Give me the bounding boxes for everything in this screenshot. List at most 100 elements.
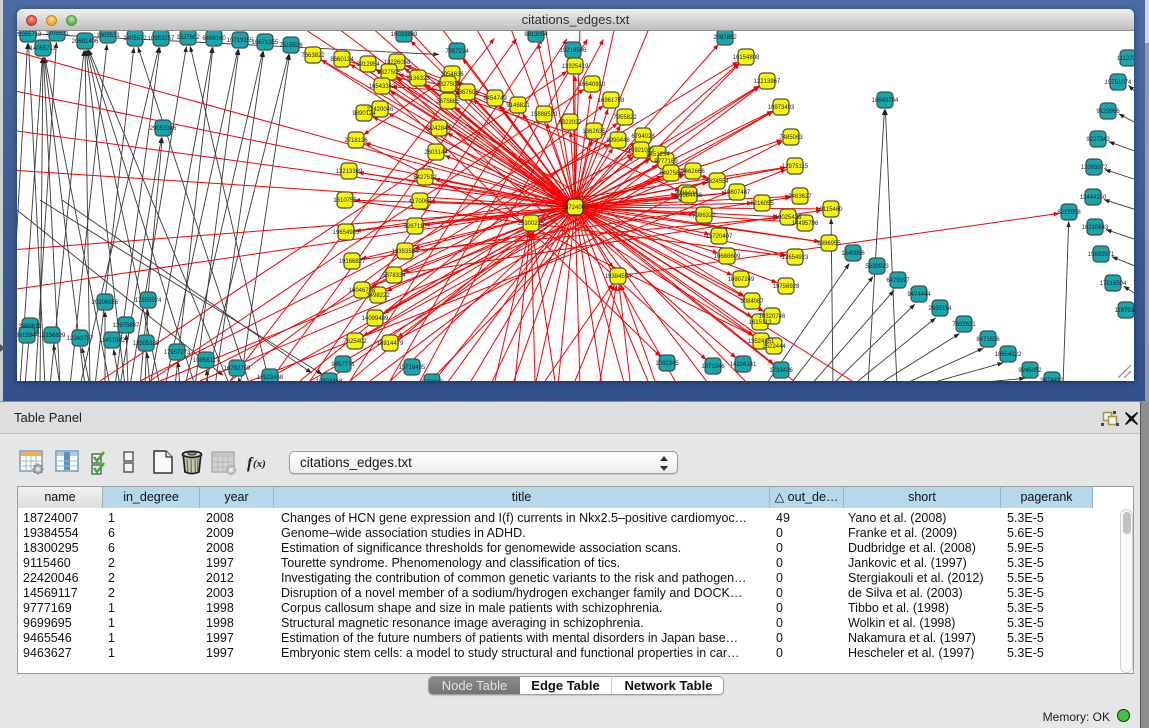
svg-text:12213967: 12213967 (754, 79, 781, 85)
svg-text:9777169: 9777169 (654, 159, 678, 165)
svg-text:7632621: 7632621 (952, 322, 976, 328)
svg-text:8660124: 8660124 (330, 57, 354, 63)
svg-text:12213369: 12213369 (336, 169, 363, 175)
svg-text:12975115: 12975115 (782, 164, 809, 170)
svg-text:9474444: 9474444 (907, 292, 931, 298)
svg-text:15716485: 15716485 (399, 365, 426, 371)
svg-text:9084067: 9084067 (740, 299, 764, 305)
svg-text:6466160: 6466160 (202, 36, 226, 42)
svg-text:8215958: 8215958 (1057, 210, 1081, 216)
svg-text:10320746: 10320746 (759, 314, 786, 320)
svg-text:5938923: 5938923 (865, 264, 889, 270)
svg-text:14495796: 14495796 (792, 221, 819, 227)
svg-text:8912954: 8912954 (356, 62, 380, 68)
svg-text:19166827: 19166827 (339, 259, 366, 265)
svg-text:16543362: 16543362 (369, 84, 396, 90)
svg-text:16033809: 16033809 (391, 32, 418, 38)
svg-text:11923468: 11923468 (257, 375, 284, 381)
svg-text:20691406: 20691406 (72, 39, 99, 45)
svg-text:10853257: 10853257 (148, 36, 175, 42)
svg-text:1605531: 1605531 (96, 33, 120, 39)
svg-text:16640910: 16640910 (579, 82, 606, 88)
svg-text:12505135: 12505135 (133, 341, 160, 347)
svg-text:2087682: 2087682 (713, 35, 737, 41)
svg-text:7957224: 7957224 (445, 49, 469, 55)
svg-text:3675685: 3675685 (436, 99, 460, 105)
svg-text:15720407: 15720407 (706, 234, 733, 240)
svg-text:13975887: 13975887 (113, 323, 140, 329)
svg-text:12093872: 12093872 (1081, 165, 1108, 171)
svg-text:8427512: 8427512 (413, 175, 437, 181)
svg-text:13226058: 13226058 (384, 60, 411, 66)
svg-text:2718126: 2718126 (344, 138, 368, 144)
svg-text:19654985: 19654985 (333, 230, 360, 236)
svg-text:3915944: 3915944 (17, 333, 39, 339)
svg-text:9129966: 9129966 (1096, 109, 1120, 115)
svg-text:4170064: 4170064 (408, 199, 432, 205)
svg-text:18807249: 18807249 (728, 277, 755, 283)
svg-text:1615112: 1615112 (749, 320, 773, 326)
svg-text:9242848: 9242848 (427, 126, 451, 132)
svg-text:9227343: 9227343 (1086, 137, 1110, 143)
svg-text:6794028: 6794028 (631, 134, 655, 140)
svg-text:9457771: 9457771 (331, 362, 355, 368)
svg-text:8990448: 8990448 (606, 138, 630, 144)
svg-text:8322037: 8322037 (558, 120, 582, 126)
svg-text:3350611: 3350611 (19, 324, 43, 330)
svg-text:8136323: 8136323 (406, 76, 430, 82)
svg-text:9474412: 9474412 (1040, 378, 1064, 381)
svg-text:15888520: 15888520 (531, 112, 558, 118)
svg-text:16154808: 16154808 (733, 55, 760, 61)
svg-text:17957273: 17957273 (164, 350, 191, 356)
svg-text:10719155: 10719155 (227, 38, 254, 44)
svg-text:6497568: 6497568 (659, 171, 683, 177)
svg-text:7485063: 7485063 (779, 135, 803, 141)
svg-text:20206556: 20206556 (92, 300, 119, 306)
svg-text:14136141: 14136141 (730, 362, 757, 368)
svg-text:5878334: 5878334 (382, 273, 406, 279)
svg-text:3267110: 3267110 (404, 224, 428, 230)
svg-text:8471626: 8471626 (976, 337, 1000, 343)
svg-text:1527602: 1527602 (176, 35, 200, 41)
svg-text:10807487: 10807487 (724, 190, 751, 196)
svg-text:9146821: 9146821 (506, 103, 530, 109)
svg-text:6996955: 6996955 (817, 241, 841, 247)
svg-text:1733426: 1733426 (769, 368, 793, 374)
svg-text:10958117: 10958117 (193, 358, 220, 364)
svg-text:15692971: 15692971 (1088, 252, 1115, 258)
svg-text:16648784: 16648784 (872, 98, 899, 104)
svg-text:1167533: 1167533 (1115, 308, 1134, 314)
svg-text:3624554: 3624554 (705, 179, 729, 185)
svg-text:15751074: 15751074 (1105, 80, 1132, 86)
svg-text:10973493: 10973493 (768, 105, 795, 111)
svg-text:9890124: 9890124 (352, 111, 376, 117)
svg-text:16671355: 16671355 (252, 40, 279, 46)
svg-text:16914479: 16914479 (377, 341, 404, 347)
svg-text:13353594: 13353594 (392, 249, 419, 255)
svg-text:12444150: 12444150 (1080, 195, 1107, 201)
svg-text:16210643: 16210643 (1082, 225, 1109, 231)
svg-text:14099489: 14099489 (362, 316, 389, 322)
svg-text:(x): (x) (253, 458, 266, 470)
svg-text:1610755: 1610755 (333, 198, 357, 204)
svg-text:11451942: 11451942 (99, 338, 126, 344)
svg-text:10654122: 10654122 (995, 352, 1022, 358)
svg-text:12342737: 12342737 (67, 336, 94, 342)
svg-text:1954636: 1954636 (440, 72, 464, 78)
svg-text:1640956: 1640956 (841, 251, 865, 257)
svg-text:10688609: 10688609 (714, 254, 741, 260)
svg-text:7625402: 7625402 (343, 339, 367, 345)
svg-text:20364436: 20364436 (676, 193, 703, 199)
svg-text:9327508: 9327508 (436, 82, 460, 88)
svg-text:29053346: 29053346 (150, 126, 177, 132)
svg-text:19218506: 19218506 (560, 48, 587, 54)
svg-text:9463627: 9463627 (788, 194, 812, 200)
svg-text:12055713: 12055713 (17, 32, 42, 38)
svg-text:12156829: 12156829 (39, 333, 66, 339)
svg-text:1362635: 1362635 (582, 129, 606, 135)
svg-text:2367608: 2367608 (455, 90, 479, 96)
svg-text:16782759: 16782759 (224, 366, 251, 372)
svg-text:9115460: 9115460 (820, 207, 844, 213)
svg-text:9451234: 9451234 (646, 152, 670, 158)
svg-text:6216055: 6216055 (750, 201, 774, 207)
